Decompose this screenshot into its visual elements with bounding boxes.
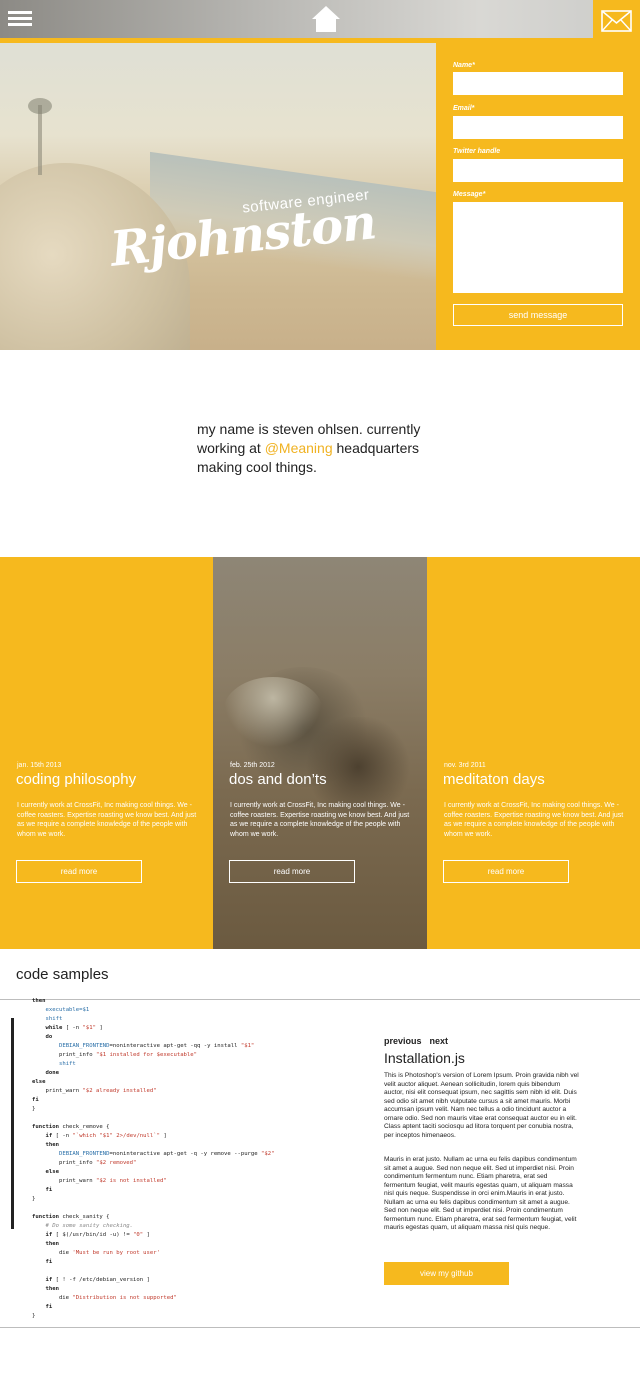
code-line: DEBIAN_FRONTEND=noninteractive apt-get -… — [58, 1043, 255, 1049]
post-excerpt: I currently work at CrossFit, Inc making… — [444, 802, 624, 838]
hero-palm-trunk — [38, 105, 42, 175]
code-samples-heading: code samples — [16, 966, 109, 983]
doc-paragraph: Mauris in erat justo. Nullam ac urna eu … — [384, 1156, 577, 1231]
hero-palm-top — [28, 98, 52, 114]
code-line: fi — [45, 1187, 53, 1193]
previous-link[interactable]: previous — [384, 1036, 422, 1046]
post-card: jan. 15th 2013 coding philosophy I curre… — [0, 557, 213, 949]
code-block: then executable=$1 shift while [ -n "$1"… — [32, 997, 362, 1321]
twitter-label: Twitter handle — [453, 148, 501, 155]
post-excerpt: I currently work at CrossFit, Inc making… — [230, 802, 410, 838]
hero-banner: software engineer Rjohnston — [0, 43, 436, 350]
code-line: function check_sanity { — [32, 1214, 110, 1220]
meaning-link[interactable]: @Meaning — [265, 440, 333, 456]
message-label: Message* — [453, 191, 486, 198]
read-more-button[interactable]: read more — [16, 860, 142, 883]
code-line: done — [45, 1070, 59, 1076]
code-line: then — [45, 1241, 59, 1247]
read-more-button[interactable]: read more — [443, 860, 569, 883]
code-line: shift — [58, 1061, 76, 1067]
mail-button[interactable] — [593, 0, 640, 43]
code-line: print_info "$2 removed" — [32, 1160, 137, 1166]
code-line: die "Distribution is not supported" — [32, 1295, 177, 1301]
read-more-button[interactable]: read more — [229, 860, 355, 883]
name-label: Name* — [453, 62, 475, 69]
post-title[interactable]: coding philosophy — [16, 771, 136, 788]
code-line: then — [45, 1142, 59, 1148]
code-line: do — [45, 1034, 53, 1040]
name-field[interactable] — [453, 72, 623, 95]
intro-text: my name is steven ohlsen. currently work… — [197, 420, 457, 477]
code-line: if [ $(/usr/bin/id -u) != "0" ] — [45, 1232, 150, 1238]
code-line: then — [45, 1286, 59, 1292]
doc-pagination: previous next — [384, 1036, 456, 1046]
doc-paragraph: This is Photoshop's version of Lorem Ips… — [384, 1072, 579, 1139]
code-line: fi — [45, 1259, 53, 1265]
hamburger-icon[interactable] — [8, 10, 32, 28]
code-line: fi — [32, 1097, 39, 1103]
code-line: DEBIAN_FRONTEND=noninteractive apt-get -… — [58, 1151, 275, 1157]
next-link[interactable]: next — [430, 1036, 449, 1046]
email-label: Email* — [453, 105, 475, 112]
code-line: print_info "$1 installed for $executable… — [32, 1052, 198, 1058]
post-date: nov. 3rd 2011 — [444, 762, 486, 769]
post-title[interactable]: dos and don’ts — [229, 771, 327, 788]
code-line: } — [32, 1313, 36, 1319]
code-scrollbar[interactable] — [11, 1018, 14, 1229]
post-excerpt: I currently work at CrossFit, Inc making… — [17, 802, 197, 838]
code-line: fi — [45, 1304, 53, 1310]
code-line: if [ ! -f /etc/debian_version ] — [45, 1277, 150, 1283]
post-title[interactable]: meditaton days — [443, 771, 545, 788]
view-github-button[interactable]: view my github — [384, 1262, 509, 1285]
code-line: while [ -n "$1" ] — [45, 1025, 103, 1031]
code-line: die 'Must be run by root user' — [32, 1250, 160, 1256]
contact-form: Name* Email* Twitter handle Message* sen… — [436, 43, 640, 350]
code-line: } — [32, 1196, 36, 1202]
envelope-icon — [601, 10, 632, 32]
post-date: feb. 25th 2012 — [230, 762, 275, 769]
code-line: shift — [45, 1016, 63, 1022]
post-card: nov. 3rd 2011 meditaton days I currently… — [427, 557, 640, 949]
email-field[interactable] — [453, 116, 623, 139]
code-line: print_warn "$2 already installed" — [32, 1088, 157, 1094]
code-line: if [ -n "`which "$1" 2>/dev/null`" ] — [45, 1133, 167, 1139]
code-line: print_warn "$2 is not installed" — [32, 1178, 167, 1184]
twitter-field[interactable] — [453, 159, 623, 182]
code-line: then — [32, 998, 46, 1004]
post-date: jan. 15th 2013 — [17, 762, 62, 769]
message-field[interactable] — [453, 202, 623, 293]
code-line: } — [32, 1106, 36, 1112]
divider — [0, 1327, 640, 1328]
code-line: else — [45, 1169, 59, 1175]
post-card: feb. 25th 2012 dos and don’ts I currentl… — [213, 557, 427, 949]
home-icon[interactable] — [311, 5, 341, 33]
code-line: executable=$1 — [45, 1007, 90, 1013]
code-line: # Do some sanity checking. — [45, 1223, 134, 1229]
code-line: else — [32, 1079, 46, 1085]
send-message-button[interactable]: send message — [453, 304, 623, 326]
code-line: function check_remove { — [32, 1124, 110, 1130]
doc-title: Installation.js — [384, 1050, 465, 1066]
